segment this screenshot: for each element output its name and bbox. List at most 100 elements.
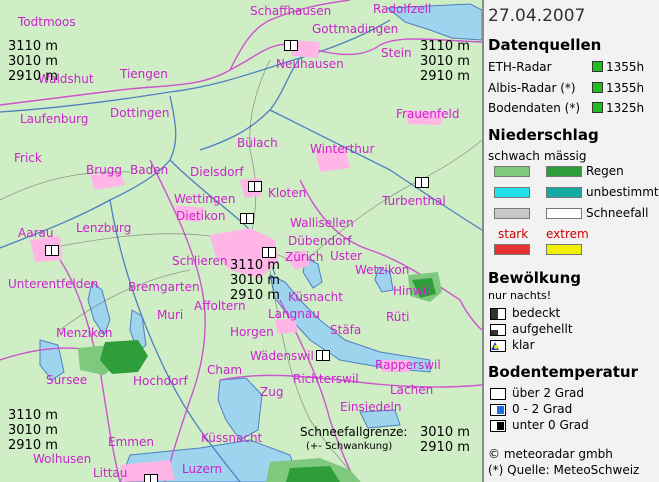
source-name: Bodendaten (*) [488,101,581,115]
legend-label: Schneefall [586,206,649,220]
place-label: Dietikon [176,209,226,223]
place-label: Wettingen [174,192,236,206]
swatch-unbestimmt-maessig [546,187,582,198]
place-label: Turbenthal [382,194,446,208]
place-label: Küsnacht [288,290,343,304]
place-label: Einsiedeln [340,400,402,414]
source-text: (*) Quelle: MeteoSchweiz [488,463,640,477]
weather-map: Todtmoos Schaffhausen Radolfzell Gottmad… [0,0,482,482]
legend-label: aufgehellt [512,322,573,336]
place-label: Frick [14,151,42,165]
place-label: Kloten [268,186,307,200]
temp-0-2-icon [490,404,506,416]
place-label: Schlieren [172,254,228,268]
place-label: Radolfzell [373,2,432,16]
place-label: Lachen [390,383,434,397]
place-label: Zug [260,385,284,399]
station-icon [45,245,59,256]
place-label: Tiengen [120,67,168,81]
station-icon [248,181,262,192]
place-label: Wetzikon [355,263,410,277]
station-icon [240,213,254,224]
place-label: Dielsdorf [190,165,244,179]
place-label: Sursee [46,373,88,387]
place-label: Unterentfelden [8,277,99,291]
altitude-readout: 3110 m 3010 m 2910 m [420,39,470,84]
bodentemperatur-heading: Bodentemperatur [488,363,638,381]
legend-label: unter 0 Grad [512,418,589,432]
place-label: Küssnacht [201,431,263,445]
cloud-overcast-icon [490,308,506,320]
place-label: Hinwil [393,284,430,298]
source-time: 1325h [606,101,645,115]
swatch-unbestimmt-schwach [494,187,530,198]
station-icon [144,474,158,482]
cloud-clear-icon [490,340,506,352]
place-label: Lenzburg [76,221,132,235]
place-label: Hochdorf [133,374,188,388]
place-label: Schaffhausen [250,4,332,18]
legend-label: klar [512,338,535,352]
swatch-regen-schwach [494,166,530,177]
place-label: Rapperswil [375,358,441,372]
place-label: Gottmadingen [312,22,399,36]
place-label: Winterthur [310,142,375,156]
swatch-schnee-maessig [546,208,582,219]
place-label: Muri [157,308,184,322]
cloud-partly-icon [490,324,506,336]
column-label: stark [498,227,529,241]
source-status-icon [592,82,603,93]
altitude-readout: 3110 m 3010 m 2910 m [230,258,280,303]
niederschlag-heading: Niederschlag [488,126,599,144]
snowline-label: Schneefallgrenze: [300,425,408,439]
snowline-values: 3010 m 2910 m [420,425,470,455]
station-icon [284,40,298,51]
legend-label: unbestimmt [586,185,659,199]
source-status-icon [592,102,603,113]
place-label: Luzern [182,462,223,476]
place-label: Wädenswil [250,349,314,363]
place-label: Dottingen [110,106,170,120]
legend-label: bedeckt [512,306,561,320]
legend-label: 0 - 2 Grad [512,402,573,416]
place-label: Langnau [268,307,320,321]
place-label: Stein [381,46,412,60]
source-name: Albis-Radar (*) [488,81,576,95]
swatch-schnee-schwach [494,208,530,219]
place-label: Aarau [18,226,54,240]
legend-label: über 2 Grad [512,386,585,400]
bewoelkung-heading: Bewölkung [488,269,581,287]
place-label: Rüti [386,310,410,324]
station-icon [262,247,276,258]
altitude-readout: 3110 m 3010 m 2910 m [8,39,58,84]
place-label: Cham [207,363,243,377]
station-icon [316,350,330,361]
place-label: Bülach [237,136,278,150]
place-label: Frauenfeld [396,107,460,121]
legend-label: Regen [586,164,624,178]
place-label: Dübendorf [288,234,352,248]
place-label: Neuhausen [276,57,344,71]
temp-above-2-icon [490,388,506,400]
place-label: Horgen [230,325,274,339]
column-label: extrem [546,227,589,241]
date-label: 27.04.2007 [488,6,586,26]
place-label: Uster [330,249,363,263]
altitude-readout: 3110 m 3010 m 2910 m [8,408,58,453]
column-label: schwach [488,149,540,163]
place-label: Baden [130,163,169,177]
swatch-regen-maessig [546,166,582,177]
temp-below-0-icon [490,420,506,432]
place-label: Bremgarten [128,280,200,294]
place-label: Brugg [86,163,123,177]
place-label: Stäfa [330,323,362,337]
place-label: Emmen [108,435,154,449]
source-time: 1355h [606,81,645,95]
swatch-stark [494,244,530,255]
station-icon [415,177,429,188]
source-time: 1355h [606,60,645,74]
place-label: Wolhusen [33,452,92,466]
place-label: Todtmoos [18,15,76,29]
snowline-note: (+- Schwankung) [306,441,393,452]
copyright-text: © meteoradar gmbh [488,447,613,461]
